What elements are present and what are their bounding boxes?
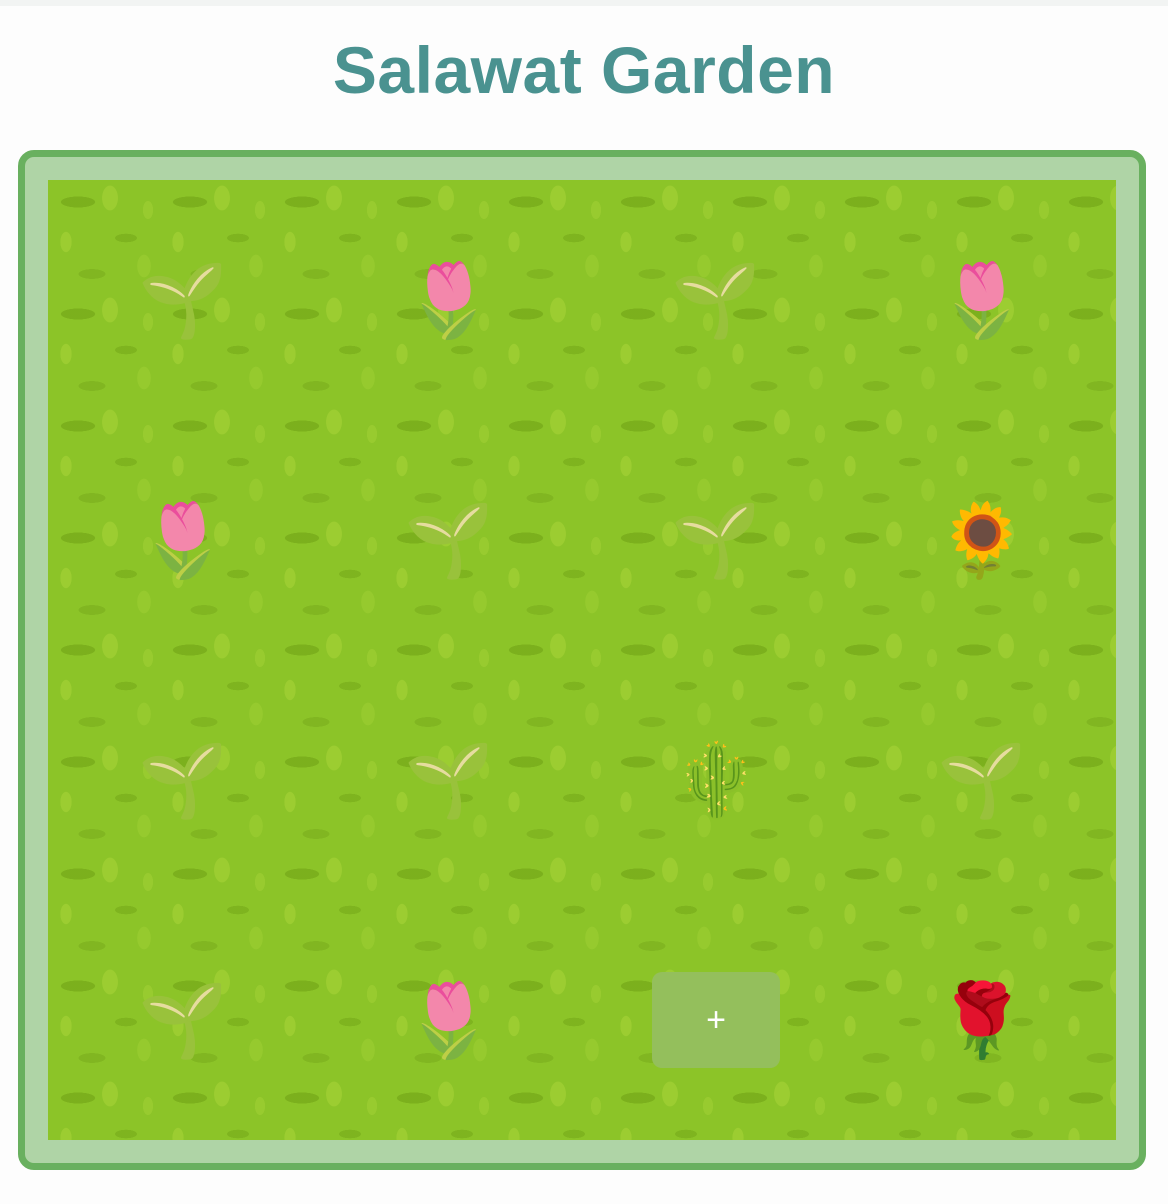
seedling-icon: 🌱 [671, 498, 761, 582]
seedling-plot[interactable]: 🌱 [918, 732, 1046, 828]
seedling-icon: 🌱 [404, 738, 494, 822]
page-title: Salawat Garden [332, 33, 836, 107]
seedling-icon: 🌱 [138, 738, 228, 822]
page: Salawat Garden 🌱 🌷 🌱 🌷 🌷 🌱 🌱 🌻 🌱 🌱 🌵 🌱 🌱 🌷 🌹 + [0, 0, 1168, 1204]
seedling-plot[interactable]: 🌱 [385, 492, 513, 588]
cactus-icon: 🌵 [671, 738, 761, 822]
seedling-plot[interactable]: 🌱 [119, 732, 247, 828]
tulip-icon: 🌷 [138, 498, 228, 582]
seedling-icon: 🌱 [404, 498, 494, 582]
rose-plot[interactable]: 🌹 [918, 972, 1046, 1068]
sunflower-icon: 🌻 [937, 498, 1027, 582]
tulip-plot[interactable]: 🌷 [385, 972, 513, 1068]
sunflower-plot[interactable]: 🌻 [918, 492, 1046, 588]
seedling-plot[interactable]: 🌱 [652, 492, 780, 588]
cactus-plot[interactable]: 🌵 [652, 732, 780, 828]
seedling-icon: 🌱 [671, 258, 761, 342]
seedling-plot[interactable]: 🌱 [385, 732, 513, 828]
seedling-plot[interactable]: 🌱 [119, 972, 247, 1068]
add-plant-button[interactable]: + [652, 972, 780, 1068]
tulip-plot[interactable]: 🌷 [119, 492, 247, 588]
seedling-icon: 🌱 [937, 738, 1027, 822]
tulip-icon: 🌷 [937, 258, 1027, 342]
tulip-icon: 🌷 [404, 978, 494, 1062]
seedling-plot[interactable]: 🌱 [652, 252, 780, 348]
rose-icon: 🌹 [937, 978, 1027, 1062]
seedling-icon: 🌱 [138, 258, 228, 342]
tulip-plot[interactable]: 🌷 [385, 252, 513, 348]
tulip-icon: 🌷 [404, 258, 494, 342]
tulip-plot[interactable]: 🌷 [918, 252, 1046, 348]
seedling-plot[interactable]: 🌱 [119, 252, 247, 348]
top-divider [0, 0, 1168, 6]
seedling-icon: 🌱 [138, 978, 228, 1062]
